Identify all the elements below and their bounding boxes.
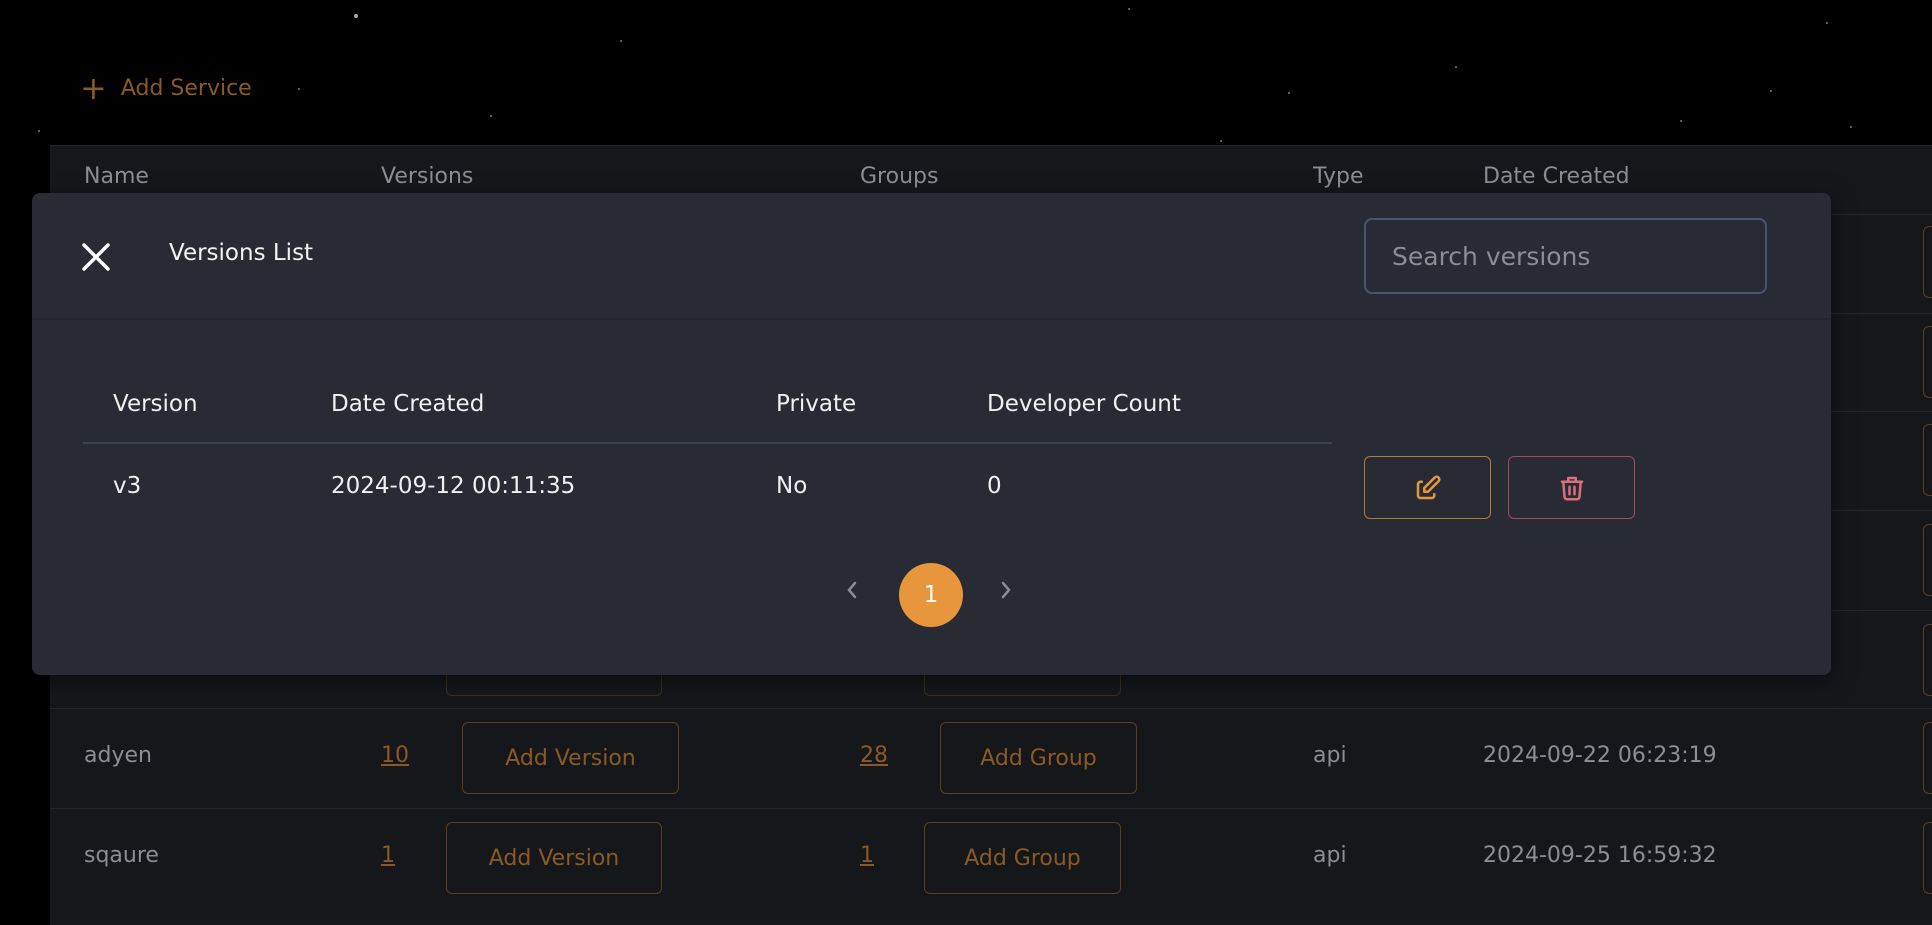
close-icon[interactable] xyxy=(80,241,112,273)
row-action-button[interactable] xyxy=(1923,326,1932,398)
versions-count-link[interactable]: 10 xyxy=(381,743,409,768)
column-header-type: Type xyxy=(1313,164,1364,189)
groups-count-link[interactable]: 1 xyxy=(860,843,874,868)
row-action-button[interactable] xyxy=(1923,226,1932,298)
chevron-right-icon xyxy=(1001,581,1011,599)
row-action-button[interactable] xyxy=(1923,722,1932,794)
add-version-button[interactable]: Add Version xyxy=(462,722,679,794)
service-date-created: 2024-09-25 16:59:32 xyxy=(1483,843,1717,868)
column-header-groups: Groups xyxy=(860,164,939,189)
date-created-cell: 2024-09-12 00:11:35 xyxy=(331,473,576,499)
column-header-date-created: Date Created xyxy=(1483,164,1630,189)
groups-count-link[interactable]: 28 xyxy=(860,743,888,768)
trash-icon xyxy=(1560,476,1583,500)
edit-version-button[interactable] xyxy=(1364,456,1491,519)
delete-version-button[interactable] xyxy=(1508,456,1635,519)
add-group-button[interactable]: Add Group xyxy=(924,822,1121,894)
service-name: sqaure xyxy=(84,843,159,868)
column-header-name: Name xyxy=(84,164,149,189)
column-header-developer-count: Developer Count xyxy=(987,391,1181,417)
private-cell: No xyxy=(776,473,808,499)
service-type: api xyxy=(1313,843,1347,868)
column-header-date-created: Date Created xyxy=(331,391,485,417)
add-service-button[interactable]: + Add Service xyxy=(80,72,252,104)
add-version-button[interactable]: Add Version xyxy=(446,822,662,894)
page-1-button[interactable]: 1 xyxy=(899,563,963,627)
row-action-button[interactable] xyxy=(1923,624,1932,696)
column-header-versions: Versions xyxy=(381,164,474,189)
service-type: api xyxy=(1313,743,1347,768)
add-group-button[interactable]: Add Group xyxy=(940,722,1137,794)
row-divider xyxy=(50,708,1932,709)
modal-header: Versions List xyxy=(32,193,1831,320)
service-date-created: 2024-09-22 06:23:19 xyxy=(1483,743,1717,768)
plus-icon: + xyxy=(80,69,107,107)
developer-count-cell: 0 xyxy=(987,473,1002,499)
service-name: adyen xyxy=(84,743,152,768)
next-page-button[interactable] xyxy=(998,578,1014,606)
prev-page-button[interactable] xyxy=(844,578,860,606)
version-cell: v3 xyxy=(113,473,142,499)
row-action-button[interactable] xyxy=(1923,822,1932,894)
row-action-button[interactable] xyxy=(1923,424,1932,496)
row-divider xyxy=(50,808,1932,809)
edit-icon xyxy=(1416,474,1441,499)
chevron-left-icon xyxy=(847,581,857,599)
add-service-label: Add Service xyxy=(120,75,252,101)
search-versions-input[interactable] xyxy=(1364,218,1767,294)
column-header-version: Version xyxy=(113,391,198,417)
header-divider xyxy=(83,442,1332,444)
versions-list-modal: Versions List Version Date Created Priva… xyxy=(32,193,1831,675)
versions-count-link[interactable]: 1 xyxy=(381,843,395,868)
row-action-button[interactable] xyxy=(1923,524,1932,596)
modal-title: Versions List xyxy=(169,240,314,266)
column-header-private: Private xyxy=(776,391,857,417)
